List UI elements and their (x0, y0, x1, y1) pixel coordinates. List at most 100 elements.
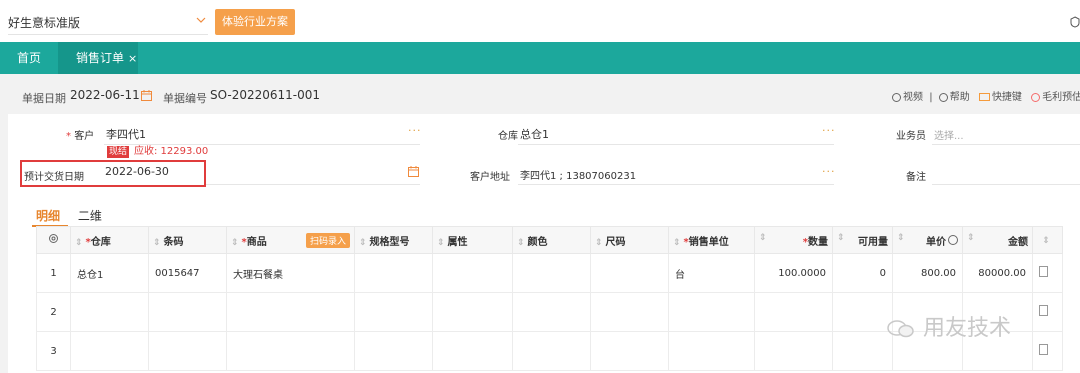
col-attr[interactable]: ⇕ 属性 (432, 226, 513, 254)
remark-underline (932, 184, 1080, 185)
customer-label: * 客户 (66, 131, 95, 142)
row-number: 2 (36, 292, 71, 332)
sort-icon[interactable]: ⇕ (437, 238, 445, 248)
address-label: 客户地址 (470, 172, 510, 183)
sort-icon[interactable]: ⇕ (595, 238, 603, 248)
link-separator: | (929, 92, 933, 103)
salesman-label: 业务员 (896, 131, 926, 142)
calendar-icon[interactable] (408, 166, 419, 177)
col-product[interactable]: ⇕ *商品 扫码录入 (226, 226, 355, 254)
doc-no-label: 单据编号 (163, 92, 207, 105)
tab-2d[interactable]: 二维 (78, 209, 102, 223)
tab-sales-order[interactable]: 销售订单 × (58, 42, 138, 74)
cell-color[interactable] (512, 253, 591, 293)
cell-barcode[interactable]: 0015647 (148, 253, 227, 293)
warehouse-value[interactable]: 总仓1 (520, 126, 549, 142)
cell-spec[interactable] (354, 253, 433, 293)
cell-warehouse[interactable]: 总仓1 (70, 253, 149, 293)
doc-no-value: SO-20220611-001 (210, 88, 321, 102)
cell-amount[interactable]: 80000.00 (962, 253, 1033, 293)
tab-home[interactable]: 首页 (0, 42, 58, 74)
doc-date-value[interactable]: 2022-06-11 (70, 88, 140, 102)
customer-underline (104, 144, 420, 145)
sort-icon[interactable]: ⇕ (153, 238, 161, 248)
table-row[interactable]: 1 总仓1 0015647 大理石餐桌 台 100.0000 0 800.00 … (36, 253, 1063, 293)
address-underline (518, 184, 834, 185)
cell-qty[interactable]: 100.0000 (754, 253, 833, 293)
profit-link[interactable]: 毛利预估 (1042, 92, 1080, 103)
nav-bar: 首页 销售订单 × (0, 42, 1080, 74)
salesman-underline (932, 144, 1080, 145)
watermark-text: 用友技术 (923, 316, 1012, 341)
trial-industry-button[interactable]: 体验行业方案 (215, 9, 295, 35)
header-links: 视频 | 帮助 快捷键 毛利预估 (892, 88, 1080, 103)
help-icon (938, 92, 948, 102)
sort-icon[interactable]: ⇕ (359, 238, 367, 248)
sort-icon[interactable]: ⇕ (517, 238, 525, 248)
cell-attr[interactable] (432, 253, 513, 293)
help-link[interactable]: 帮助 (950, 92, 970, 103)
row-number: 3 (36, 331, 71, 371)
address-more-icon[interactable]: ··· (822, 165, 836, 178)
col-color[interactable]: ⇕ 颜色 (512, 226, 591, 254)
receivable-amount: 应收: 12293.00 (134, 146, 209, 157)
play-icon (892, 92, 901, 102)
col-price[interactable]: ⇕ 单价 (892, 226, 963, 254)
delivery-date-value[interactable]: 2022-06-30 (105, 165, 169, 178)
settings-icon[interactable] (36, 226, 71, 254)
cell-available: 0 (832, 253, 893, 293)
row-checkbox[interactable] (1032, 253, 1063, 293)
sort-icon[interactable]: ⇕ (75, 238, 83, 248)
col-size[interactable]: ⇕ 尺码 (590, 226, 669, 254)
shortcut-link[interactable]: 快捷键 (992, 92, 1022, 103)
row-checkbox[interactable] (1032, 331, 1063, 371)
customer-more-icon[interactable]: ··· (408, 124, 422, 137)
help-icon[interactable] (948, 234, 958, 245)
table-header: ⇕ *仓库 ⇕ 条码 ⇕ *商品 扫码录入 ⇕ 规格型号 ⇕ 属性 ⇕ 颜色 ⇕ 尺码 ⇕ *销售… (36, 226, 1063, 254)
calendar-icon[interactable] (141, 90, 152, 101)
col-unit[interactable]: ⇕ *销售单位 (668, 226, 755, 254)
edition-select[interactable]: 好生意标准版 (8, 12, 208, 35)
cell-price[interactable]: 800.00 (892, 253, 963, 293)
wechat-icon (887, 320, 914, 338)
settlement-tag: 现结 (107, 146, 130, 158)
col-warehouse[interactable]: ⇕ *仓库 (70, 226, 149, 254)
cell-size[interactable] (590, 253, 669, 293)
tab-detail[interactable]: 明细 (36, 209, 60, 223)
close-icon[interactable]: × (128, 52, 137, 65)
salesman-input[interactable]: 选择... (934, 127, 964, 142)
cell-unit[interactable]: 台 (668, 253, 755, 293)
cell-product[interactable]: 大理石餐桌 (226, 253, 355, 293)
sort-icon[interactable]: ⇕ (1042, 236, 1050, 246)
video-link[interactable]: 视频 (903, 92, 923, 103)
order-panel: * 客户 李四代1 ··· 仓库 总仓1 ··· 业务员 选择... 现结 应收… (8, 114, 1080, 373)
chevron-down-icon[interactable] (196, 15, 206, 25)
warehouse-label: 仓库 (498, 131, 518, 142)
sort-icon[interactable]: ⇕ (231, 238, 239, 248)
doc-date-label: 单据日期 (22, 92, 66, 105)
col-barcode[interactable]: ⇕ 条码 (148, 226, 227, 254)
sort-icon[interactable]: ⇕ (837, 233, 845, 243)
delivery-date-label: 预计交货日期 (24, 172, 84, 183)
remark-label: 备注 (906, 172, 926, 183)
sort-icon[interactable]: ⇕ (967, 233, 975, 243)
scan-entry-button[interactable]: 扫码录入 (305, 232, 350, 248)
detail-table: ⇕ *仓库 ⇕ 条码 ⇕ *商品 扫码录入 ⇕ 规格型号 ⇕ 属性 ⇕ 颜色 ⇕ 尺码 ⇕ *销售… (36, 226, 1063, 371)
col-more[interactable]: ⇕ (1032, 226, 1063, 254)
sort-icon[interactable]: ⇕ (673, 238, 681, 248)
warehouse-underline (518, 144, 834, 145)
shield-icon[interactable] (1070, 16, 1080, 28)
delivery-date-underline (206, 184, 420, 185)
col-available[interactable]: ⇕ 可用量 (832, 226, 893, 254)
row-checkbox[interactable] (1032, 292, 1063, 332)
warehouse-more-icon[interactable]: ··· (822, 124, 836, 137)
sort-icon[interactable]: ⇕ (759, 233, 767, 243)
sort-icon[interactable]: ⇕ (897, 233, 905, 243)
customer-value[interactable]: 李四代1 (106, 126, 146, 142)
address-value[interactable]: 李四代1 ; 13807060231 (520, 167, 636, 182)
keyboard-icon (978, 93, 990, 101)
col-amount[interactable]: ⇕ 金额 (962, 226, 1033, 254)
profit-icon (1031, 92, 1041, 102)
col-spec[interactable]: ⇕ 规格型号 (354, 226, 433, 254)
col-qty[interactable]: ⇕ *数量 (754, 226, 833, 254)
